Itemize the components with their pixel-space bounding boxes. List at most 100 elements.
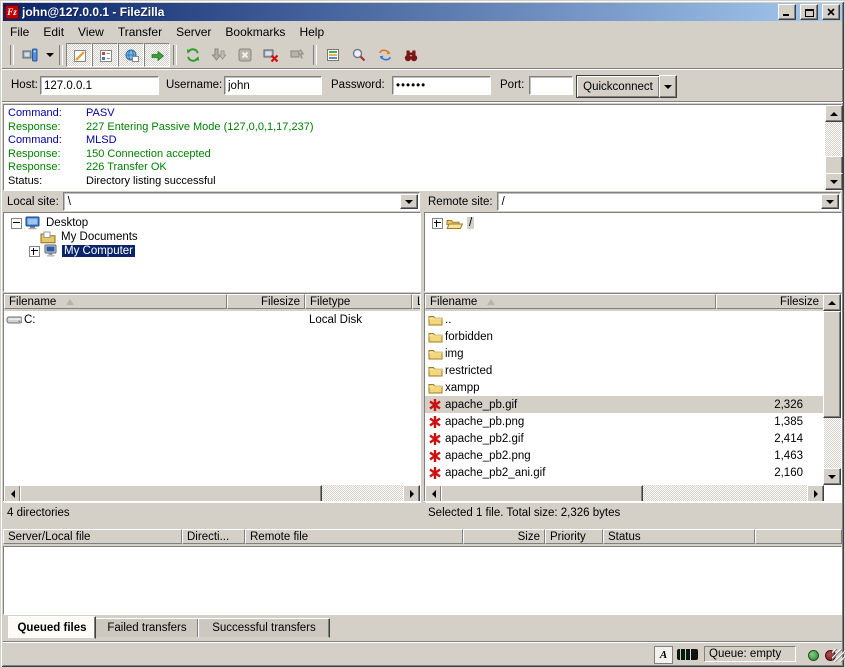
menu-bookmarks[interactable]: Bookmarks xyxy=(218,23,292,41)
remote-site-dropdown-button[interactable] xyxy=(821,194,839,209)
scrollbar-thumb[interactable] xyxy=(823,311,841,418)
local-tree[interactable]: Desktop My Documents xyxy=(3,212,421,292)
column-header-server-local-file[interactable]: Server/Local file xyxy=(3,529,182,544)
scroll-up-button[interactable] xyxy=(823,294,841,311)
find-files-button[interactable] xyxy=(346,43,372,67)
column-header-filesize[interactable]: Filesize xyxy=(716,294,824,309)
refresh-button[interactable] xyxy=(180,43,206,67)
tab-successful-transfers[interactable]: Successful transfers xyxy=(198,618,330,638)
remote-tree[interactable]: / xyxy=(424,212,842,292)
maximize-button[interactable] xyxy=(800,4,818,20)
local-site-dropdown-button[interactable] xyxy=(400,194,418,209)
remote-file-row[interactable]: apache_pb.png 1,385 xyxy=(425,413,824,430)
toggle-transfer-queue-button[interactable] xyxy=(144,43,170,67)
column-header-direction[interactable]: Directi... xyxy=(182,529,245,544)
column-header-filetype[interactable]: Filetype xyxy=(305,294,412,309)
local-file-list[interactable]: Filename Filesize Filetype L C: Local Di… xyxy=(3,293,421,503)
data-type-indicator-icon[interactable]: A xyxy=(654,646,673,664)
toggle-message-log-button[interactable] xyxy=(66,43,92,67)
toggle-local-tree-button[interactable] xyxy=(92,43,118,67)
site-manager-dropdown-button[interactable] xyxy=(43,44,56,66)
toggle-remote-tree-button[interactable] xyxy=(118,43,144,67)
menu-server[interactable]: Server xyxy=(169,23,218,41)
port-input[interactable] xyxy=(529,76,573,95)
menu-bar: File Edit View Transfer Server Bookmarks… xyxy=(3,22,842,41)
column-header-remote-file[interactable]: Remote file xyxy=(245,529,463,544)
reconnect-button[interactable] xyxy=(284,43,310,67)
password-input[interactable] xyxy=(392,76,491,95)
quickconnect-dropdown-button[interactable] xyxy=(659,75,677,98)
tree-item-my-documents[interactable]: My Documents xyxy=(4,230,420,244)
password-label: Password: xyxy=(331,79,385,91)
username-input[interactable] xyxy=(224,76,322,95)
local-site-combo[interactable]: \ xyxy=(63,192,420,211)
remote-horizontal-scrollbar[interactable] xyxy=(425,485,824,502)
log-vertical-scrollbar[interactable] xyxy=(825,105,841,190)
file-type: Local Disk xyxy=(309,314,362,326)
expand-icon[interactable] xyxy=(432,218,443,229)
column-header-last-modified[interactable]: L xyxy=(412,294,421,309)
remote-site-combo[interactable]: / xyxy=(497,192,841,211)
disconnect-button[interactable] xyxy=(258,43,284,67)
remote-file-list[interactable]: Filename Filesize .. forbidden xyxy=(424,293,842,503)
tab-failed-transfers[interactable]: Failed transfers xyxy=(95,618,199,638)
speed-limit-indicator-icon[interactable] xyxy=(677,649,698,660)
divider xyxy=(2,101,843,103)
remote-vertical-scrollbar[interactable] xyxy=(824,311,841,485)
activity-lamp-green-icon xyxy=(808,650,819,661)
column-header-filesize[interactable]: Filesize xyxy=(227,294,305,309)
expand-icon[interactable] xyxy=(29,246,40,257)
local-horizontal-scrollbar[interactable] xyxy=(4,485,420,502)
remote-file-row[interactable]: apache_pb2_ani.gif 2,160 xyxy=(425,464,824,481)
site-manager-button[interactable] xyxy=(17,43,43,67)
remote-folder-row[interactable]: img xyxy=(425,345,824,362)
remote-folder-row[interactable]: restricted xyxy=(425,362,824,379)
remote-file-row[interactable]: apache_pb2.png 1,463 xyxy=(425,447,824,464)
remote-file-row[interactable]: apache_pb2.gif 2,414 xyxy=(425,430,824,447)
process-queue-button[interactable] xyxy=(206,43,232,67)
tree-item-desktop[interactable]: Desktop xyxy=(4,216,420,230)
column-header-filename[interactable]: Filename xyxy=(425,294,716,309)
remote-file-row-selected[interactable]: apache_pb.gif 2,326 xyxy=(425,396,824,413)
title-bar[interactable]: Fz john@127.0.0.1 - FileZilla xyxy=(3,3,842,21)
tree-item-root[interactable]: / xyxy=(425,216,841,230)
menu-transfer[interactable]: Transfer xyxy=(111,23,169,41)
queue-list[interactable] xyxy=(3,546,842,615)
file-name: apache_pb.gif xyxy=(443,399,517,411)
message-log[interactable]: Command:PASV Response:227 Entering Passi… xyxy=(3,104,842,191)
remote-folder-row[interactable]: .. xyxy=(425,311,824,328)
arrow-right-icon xyxy=(814,490,818,498)
directory-listing-filters-button[interactable] xyxy=(320,43,346,67)
local-site-value: \ xyxy=(64,196,400,208)
quickconnect-button[interactable]: Quickconnect xyxy=(576,75,660,98)
synchronized-browsing-button[interactable] xyxy=(372,43,398,67)
column-header-priority[interactable]: Priority xyxy=(545,529,603,544)
close-button[interactable] xyxy=(822,4,840,20)
scroll-down-button[interactable] xyxy=(825,173,843,190)
menu-help[interactable]: Help xyxy=(292,23,331,41)
arrow-up-icon xyxy=(828,301,836,305)
remote-folder-row[interactable]: xampp xyxy=(425,379,824,396)
cancel-operation-button[interactable] xyxy=(232,43,258,67)
menu-edit[interactable]: Edit xyxy=(36,23,71,41)
local-file-row[interactable]: C: Local Disk xyxy=(4,311,420,328)
column-header-size[interactable]: Size xyxy=(463,529,545,544)
scroll-down-button[interactable] xyxy=(823,468,841,485)
menu-view[interactable]: View xyxy=(71,23,111,41)
sort-ascending-icon xyxy=(66,299,74,305)
directory-comparison-button[interactable] xyxy=(398,43,424,67)
file-name: forbidden xyxy=(443,331,493,343)
tree-item-my-computer[interactable]: My Computer xyxy=(4,244,420,258)
menu-file[interactable]: File xyxy=(3,23,36,41)
remote-folder-row[interactable]: forbidden xyxy=(425,328,824,345)
minimize-button[interactable] xyxy=(778,4,796,20)
tree-item-label-selected: My Computer xyxy=(62,245,135,257)
scroll-up-button[interactable] xyxy=(825,105,843,122)
column-header-filename[interactable]: Filename xyxy=(4,294,227,309)
host-label: Host: xyxy=(11,79,38,91)
resize-grip[interactable] xyxy=(832,649,845,662)
host-input[interactable] xyxy=(40,76,159,95)
tab-queued-files[interactable]: Queued files xyxy=(8,616,96,639)
column-header-status[interactable]: Status xyxy=(603,529,755,544)
collapse-icon[interactable] xyxy=(11,218,22,229)
